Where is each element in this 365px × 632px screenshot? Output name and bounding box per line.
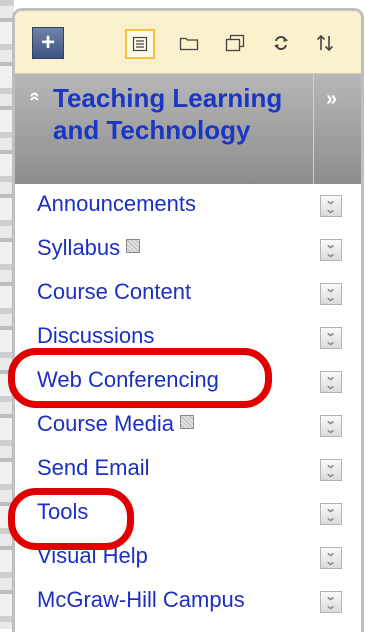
item-options-button[interactable]: ⌄ ⌄ [320,459,342,481]
hidden-from-students-icon [126,239,141,253]
item-options-button[interactable]: ⌄ ⌄ [320,283,342,305]
chevron-down-icon: ⌄ ⌄ [325,195,337,216]
menu-item-label[interactable]: Syllabus [37,235,141,261]
chevron-down-icon: ⌄ ⌄ [325,283,337,304]
folder-icon [179,37,199,51]
chevron-down-icon: ⌄ ⌄ [325,459,337,480]
menu-item-label[interactable]: Tools [37,499,88,525]
menu-item-label[interactable]: Web Conferencing [37,367,219,393]
refresh-icon [274,35,288,51]
item-options-button[interactable]: ⌄ ⌄ [320,371,342,393]
refresh-button[interactable] [267,29,295,57]
course-menu-toolbar: + [15,11,361,74]
chevron-down-icon: ⌄ ⌄ [325,547,337,568]
menu-item-mcgraw-hill-campus[interactable]: McGraw-Hill Campus ⌄ ⌄ [15,580,361,624]
chevron-down-icon: ⌄ ⌄ [325,415,337,436]
expand-menu-icon[interactable]: » [326,88,337,111]
course-header: » Teaching Learning and Technology » [15,74,361,184]
item-options-button[interactable]: ⌄ ⌄ [320,327,342,349]
menu-item-tools[interactable]: Tools ⌄ ⌄ [15,492,361,536]
menu-item-course-content[interactable]: Course Content ⌄ ⌄ [15,272,361,316]
hidden-from-students-icon [179,415,194,429]
menu-item-label[interactable]: Send Email [37,455,150,481]
item-options-button[interactable]: ⌄ ⌄ [320,415,342,437]
menu-item-syllabus[interactable]: Syllabus ⌄ ⌄ [15,228,361,272]
item-options-button[interactable]: ⌄ ⌄ [320,239,342,261]
item-options-button[interactable]: ⌄ ⌄ [320,591,342,613]
menu-item-label[interactable]: Course Media [37,411,194,437]
item-options-button[interactable]: ⌄ ⌄ [320,503,342,525]
menu-item-send-email[interactable]: Send Email ⌄ ⌄ [15,448,361,492]
menu-item-visual-help[interactable]: Visual Help ⌄ ⌄ [15,536,361,580]
collapse-up-icon[interactable]: » [24,91,45,101]
plus-icon: + [40,29,55,56]
new-window-button[interactable] [221,29,249,57]
chevron-down-icon: ⌄ ⌄ [325,503,337,524]
chevron-down-icon: ⌄ ⌄ [325,591,337,612]
add-menu-item-button[interactable]: + [32,27,64,59]
menu-item-discussions[interactable]: Discussions ⌄ ⌄ [15,316,361,360]
list-view-icon [132,36,148,52]
menu-item-label[interactable]: Course Content [37,279,191,305]
chevron-down-icon: ⌄ ⌄ [325,371,337,392]
list-view-button[interactable] [125,29,155,59]
chevron-down-icon: ⌄ ⌄ [325,239,337,260]
menu-item-label[interactable]: Announcements [37,191,196,217]
menu-item-label[interactable]: McGraw-Hill Campus [37,587,245,613]
item-options-button[interactable]: ⌄ ⌄ [320,195,342,217]
course-menu-panel: + » Teaching Learning and Technology » A… [12,8,364,632]
sort-button[interactable] [311,29,339,57]
menu-item-label[interactable]: Discussions [37,323,154,349]
chevron-down-icon: ⌄ ⌄ [325,327,337,348]
course-menu-list: Announcements ⌄ ⌄ Syllabus ⌄ ⌄ Course Cont… [15,184,361,624]
course-title[interactable]: Teaching Learning and Technology [53,82,283,146]
menu-item-announcements[interactable]: Announcements ⌄ ⌄ [15,184,361,228]
menu-item-course-media[interactable]: Course Media ⌄ ⌄ [15,404,361,448]
header-divider [313,74,314,184]
window-icon [225,34,245,52]
menu-item-web-conferencing[interactable]: Web Conferencing ⌄ ⌄ [15,360,361,404]
folder-view-button[interactable] [175,29,203,57]
menu-item-label[interactable]: Visual Help [37,543,148,569]
item-options-button[interactable]: ⌄ ⌄ [320,547,342,569]
sort-icon [316,34,334,52]
